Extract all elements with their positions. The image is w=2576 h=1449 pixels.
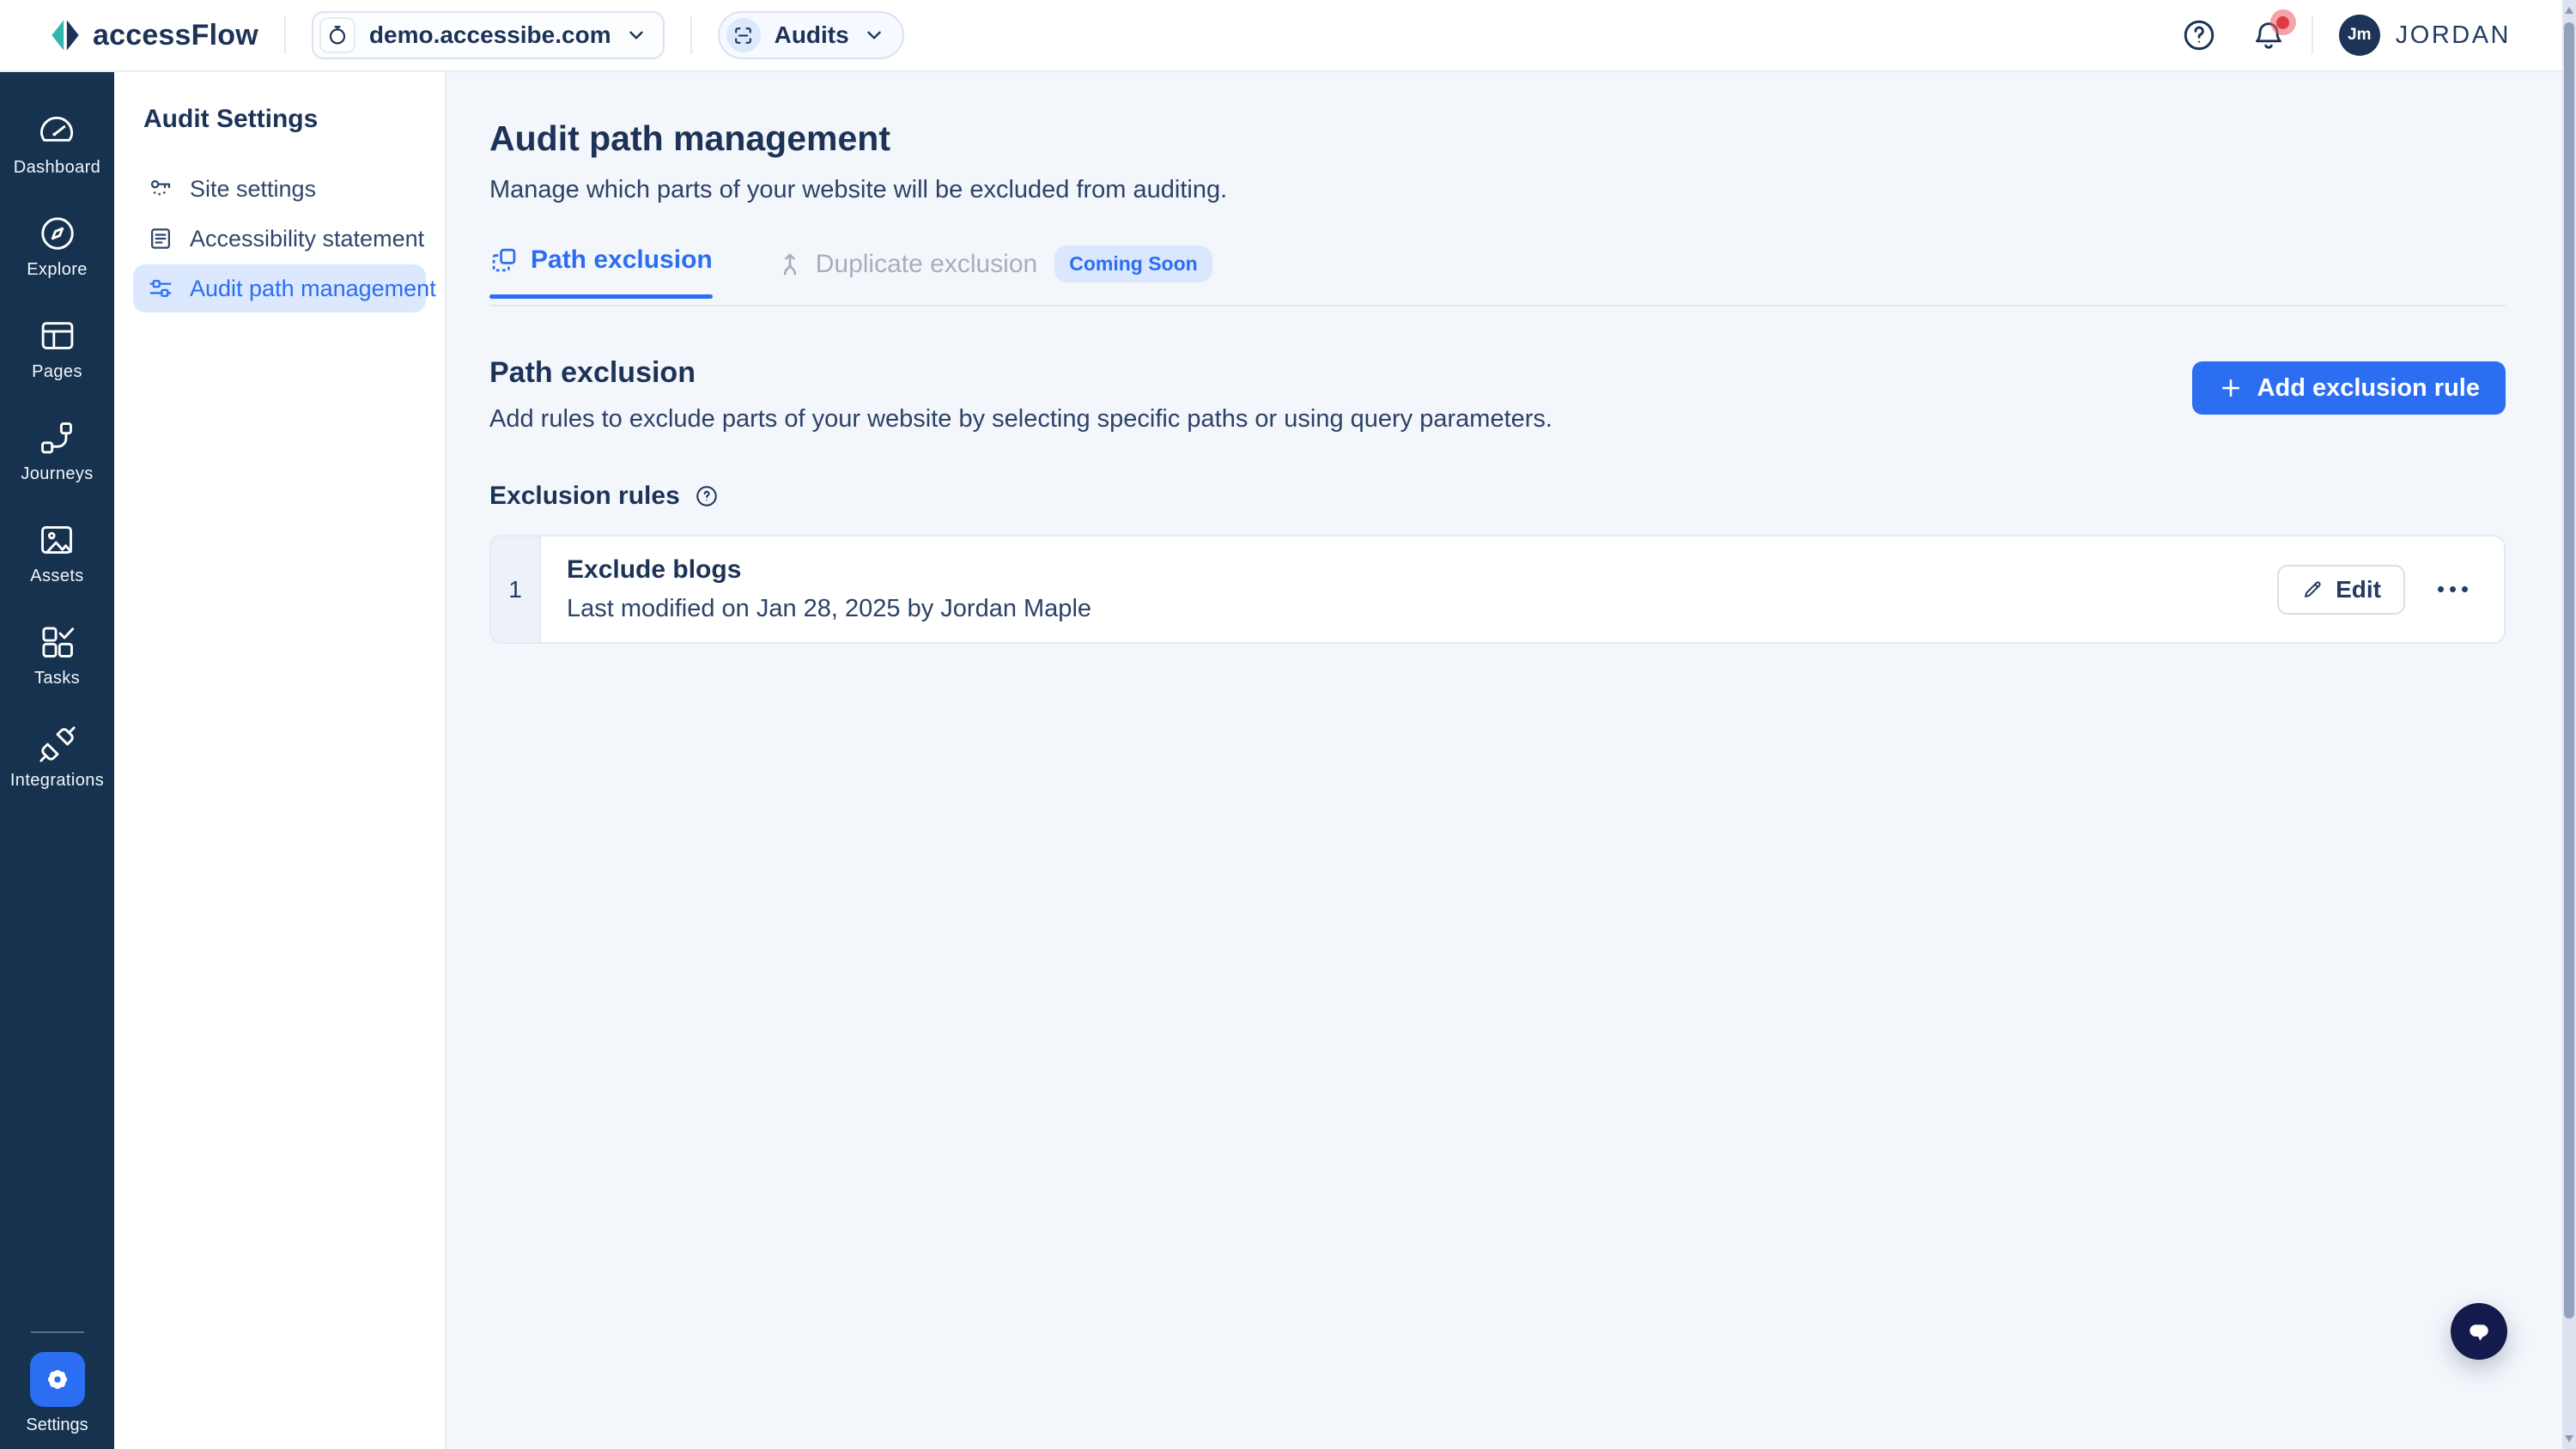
page-scrollbar[interactable] xyxy=(2562,0,2576,1449)
tasks-check-icon xyxy=(38,622,77,662)
header-divider xyxy=(2311,16,2313,54)
settings-subnav: Audit Settings Site settings Accessibili… xyxy=(114,72,447,1449)
site-selector-dropdown[interactable]: demo.accessibe.com xyxy=(311,11,665,59)
browser-layout-icon xyxy=(38,316,77,355)
chat-widget-button[interactable] xyxy=(2451,1303,2507,1360)
subnav-item-site-settings[interactable]: Site settings xyxy=(133,165,426,213)
help-icon xyxy=(2181,17,2217,53)
edit-rule-button[interactable]: Edit xyxy=(2277,564,2405,615)
rule-actions: Edit xyxy=(2277,537,2504,642)
site-selector-value: demo.accessibe.com xyxy=(368,21,611,48)
path-exclusion-icon xyxy=(489,246,519,275)
key-icon xyxy=(147,175,174,203)
plug-icon xyxy=(38,724,77,764)
tab-duplicate-exclusion[interactable]: Duplicate exclusion Coming Soon xyxy=(776,246,1212,305)
brand-name: accessFlow xyxy=(93,18,258,52)
add-exclusion-rule-button[interactable]: Add exclusion rule xyxy=(2191,361,2506,415)
avatar: Jm xyxy=(2338,15,2380,56)
rule-name: Exclude blogs xyxy=(567,555,742,584)
sidebar-item-explore[interactable]: Explore xyxy=(27,214,88,280)
path-exclusion-section-header: Path exclusion Add rules to exclude part… xyxy=(489,356,2506,433)
primary-sidebar: Dashboard Explore Pages Journeys Assets … xyxy=(0,72,114,1449)
document-icon xyxy=(147,225,174,252)
rule-index: 1 xyxy=(491,537,541,642)
audit-scan-icon xyxy=(726,18,761,52)
page-title: Audit path management xyxy=(489,118,890,158)
info-question-icon xyxy=(694,483,720,509)
more-options-button[interactable] xyxy=(2431,579,2475,599)
info-tooltip-button[interactable] xyxy=(694,483,720,509)
user-name: JORDAN xyxy=(2395,21,2511,49)
scrollbar-down-arrow[interactable] xyxy=(2565,1435,2573,1442)
header-divider xyxy=(283,16,286,54)
dashboard-gauge-icon xyxy=(37,112,76,151)
tab-path-exclusion[interactable]: Path exclusion xyxy=(489,246,713,299)
main-content: Audit path management Manage which parts… xyxy=(447,72,2562,1449)
site-favicon-icon xyxy=(319,17,355,53)
tab-bar: Path exclusion Duplicate exclusion Comin… xyxy=(489,246,2506,306)
sidebar-settings-label: Settings xyxy=(26,1416,88,1434)
image-icon xyxy=(37,520,76,560)
sliders-icon xyxy=(147,275,174,302)
brand-diamond-icon xyxy=(48,18,82,52)
coming-soon-badge: Coming Soon xyxy=(1054,246,1212,282)
speech-bubble-icon xyxy=(2463,1315,2495,1348)
rule-details: Exclude blogs Last modified on Jan 28, 2… xyxy=(541,537,2277,642)
notification-badge xyxy=(2269,9,2296,35)
subnav-title: Audit Settings xyxy=(143,105,319,133)
sidebar-item-pages[interactable]: Pages xyxy=(32,316,82,382)
plus-icon xyxy=(2218,375,2244,401)
sidebar-item-journeys[interactable]: Journeys xyxy=(21,418,93,484)
sidebar-item-assets[interactable]: Assets xyxy=(30,520,83,586)
subnav-item-audit-path-management[interactable]: Audit path management xyxy=(133,264,436,312)
page-subtitle: Manage which parts of your website will … xyxy=(489,176,1228,203)
top-header: accessFlow demo.accessibe.com Audits Jm … xyxy=(0,0,2576,72)
exclusion-rules-title: Exclusion rules xyxy=(489,482,680,510)
route-icon xyxy=(37,418,76,458)
gear-icon xyxy=(43,1365,72,1394)
chevron-down-icon xyxy=(625,24,647,46)
sidebar-divider xyxy=(30,1331,84,1333)
notifications-button[interactable] xyxy=(2251,9,2296,52)
section-description: Add rules to exclude parts of your websi… xyxy=(489,405,1552,433)
user-menu[interactable]: Jm JORDAN xyxy=(2338,15,2511,56)
chevron-down-icon xyxy=(863,24,885,46)
exclusion-rule-row: 1 Exclude blogs Last modified on Jan 28,… xyxy=(489,535,2506,644)
rule-meta: Last modified on Jan 28, 2025 by Jordan … xyxy=(567,595,1092,622)
pencil-icon xyxy=(2301,578,2324,601)
header-divider xyxy=(690,16,692,54)
sidebar-item-integrations[interactable]: Integrations xyxy=(10,724,104,791)
scrollbar-up-arrow[interactable] xyxy=(2565,7,2573,14)
subnav-item-accessibility-statement[interactable]: Accessibility statement xyxy=(133,215,426,263)
brand-logo: accessFlow xyxy=(48,18,258,52)
sidebar-settings-group: Settings xyxy=(0,1331,114,1435)
scrollbar-thumb[interactable] xyxy=(2564,22,2574,1319)
compass-icon xyxy=(38,214,77,253)
merge-arrow-icon xyxy=(776,251,804,278)
audits-selector-value: Audits xyxy=(774,21,849,48)
sidebar-item-settings[interactable] xyxy=(29,1352,85,1407)
help-button[interactable] xyxy=(2181,17,2217,53)
sidebar-item-dashboard[interactable]: Dashboard xyxy=(14,112,100,178)
audits-selector-dropdown[interactable]: Audits xyxy=(717,11,904,59)
section-title: Path exclusion xyxy=(489,356,696,389)
sidebar-item-tasks[interactable]: Tasks xyxy=(34,622,80,688)
exclusion-rules-header: Exclusion rules xyxy=(489,482,2506,511)
